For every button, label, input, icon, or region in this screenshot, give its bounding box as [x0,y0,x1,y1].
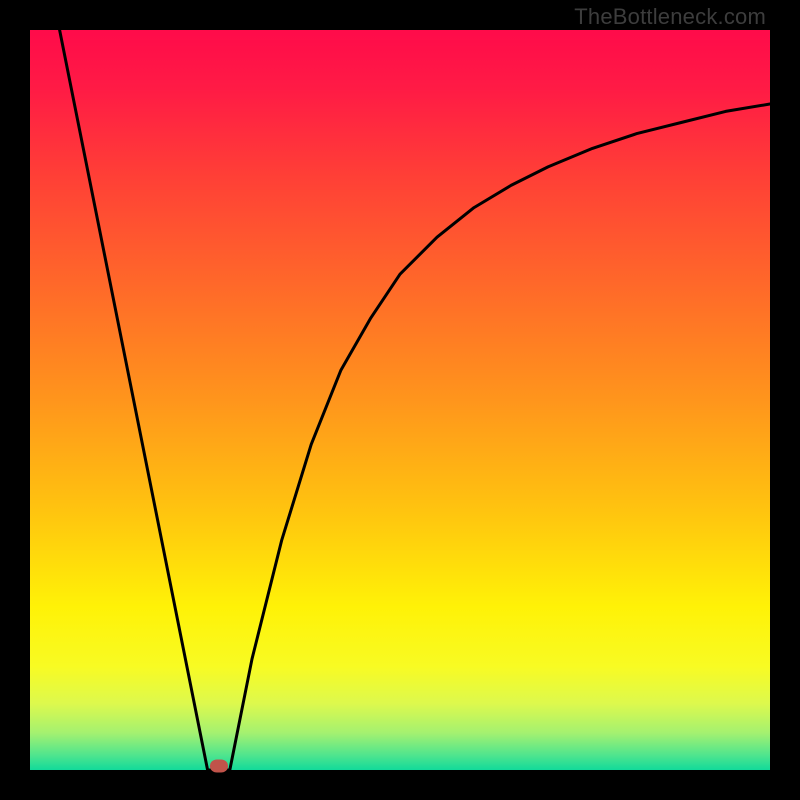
optimum-marker [210,760,228,773]
curve-layer [30,30,770,770]
chart-frame [30,30,770,770]
bottleneck-curve [60,30,770,770]
plot-area [30,30,770,770]
watermark-text: TheBottleneck.com [574,4,766,30]
